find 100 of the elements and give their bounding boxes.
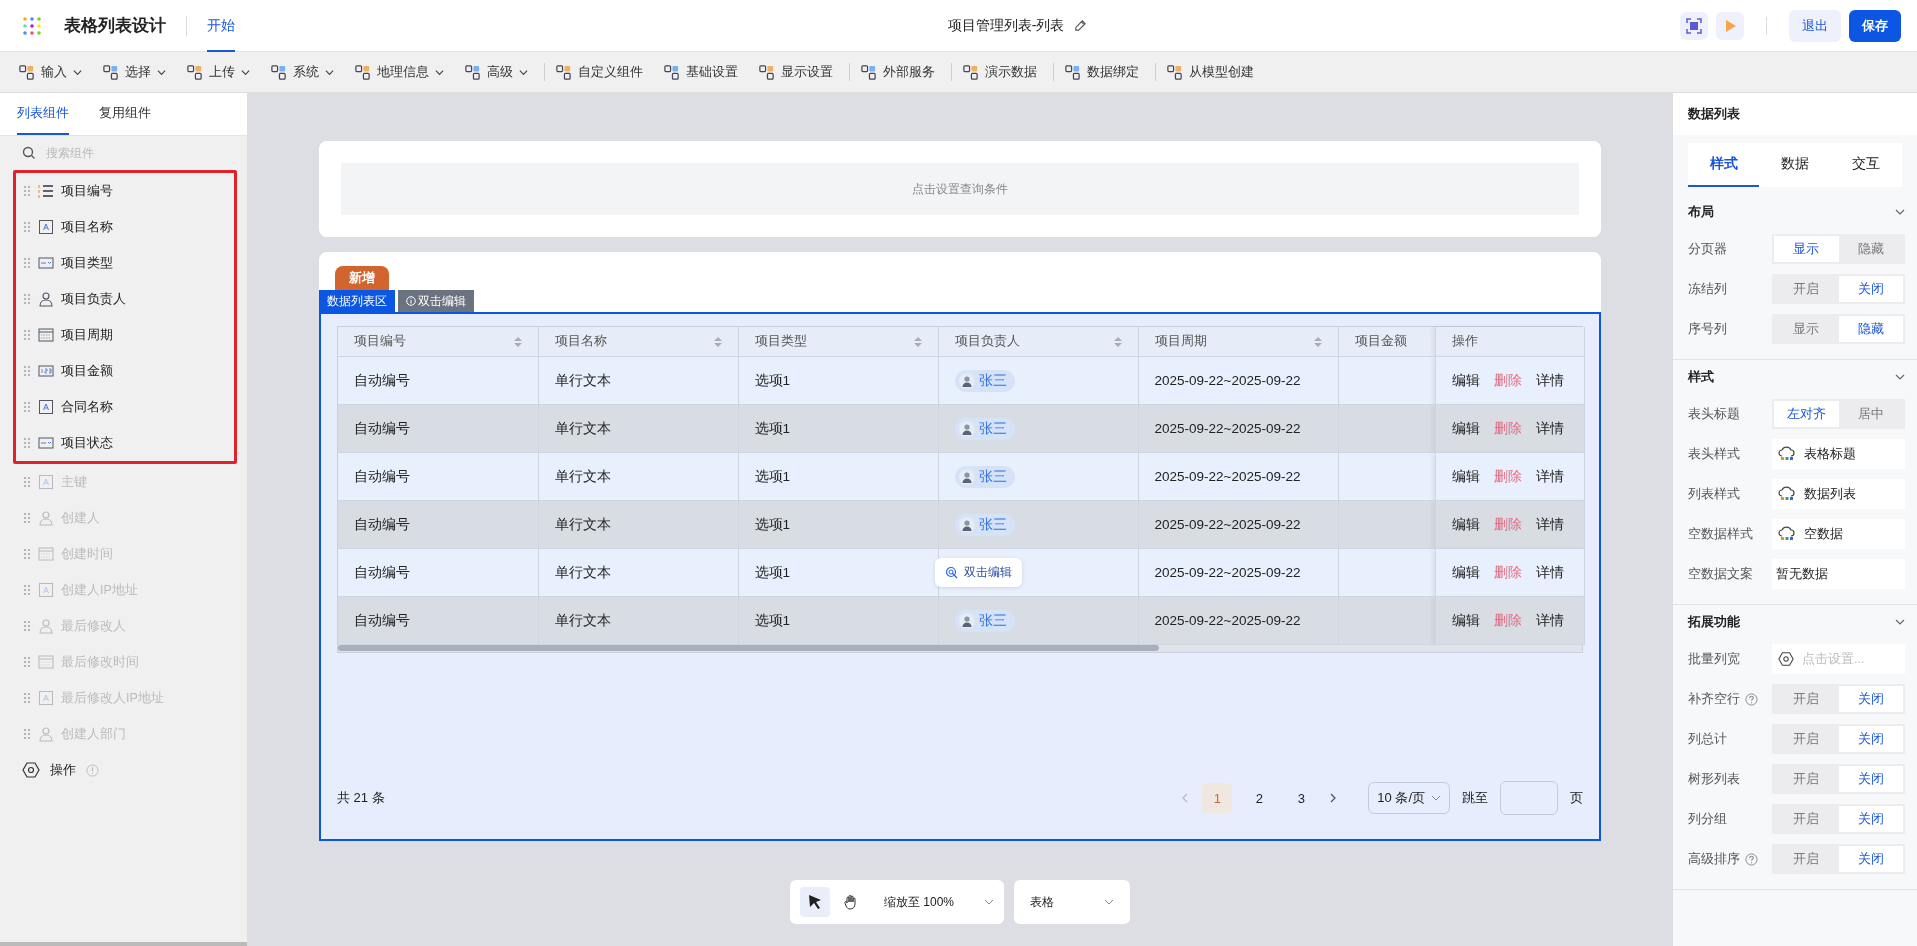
row-action-link[interactable]: 详情: [1535, 371, 1564, 390]
panel-tab[interactable]: 数据: [1759, 143, 1831, 187]
toolbar-button[interactable]: 演示数据: [951, 63, 1041, 81]
segment-option[interactable]: 居中: [1838, 401, 1903, 427]
component-item[interactable]: 项目周期: [16, 317, 234, 353]
collapse-icon[interactable]: [1895, 617, 1905, 627]
component-item[interactable]: 项目金额: [16, 353, 234, 389]
sidebar-tab[interactable]: 列表组件: [17, 93, 69, 135]
row-action-link[interactable]: 编辑: [1451, 611, 1480, 630]
segment-option[interactable]: 开启: [1774, 686, 1839, 712]
toolbar-button[interactable]: 上传: [182, 63, 254, 81]
segment-option[interactable]: 显示: [1774, 236, 1839, 262]
segment-option[interactable]: 关闭: [1838, 766, 1903, 792]
toolbar-button[interactable]: 数据绑定: [1053, 63, 1143, 81]
help-icon[interactable]: [1745, 692, 1758, 706]
drag-handle-icon[interactable]: [23, 221, 31, 233]
sort-icon[interactable]: [713, 335, 722, 348]
component-item[interactable]: 项目状态: [16, 425, 234, 461]
row-action-link[interactable]: 详情: [1535, 611, 1564, 630]
page-size-select[interactable]: 10 条/页: [1368, 782, 1450, 814]
text-input[interactable]: 暂无数据: [1772, 559, 1905, 589]
list-area-frame[interactable]: [319, 312, 1601, 841]
segment-option[interactable]: 隐藏: [1838, 236, 1903, 262]
toolbar-button[interactable]: 从模型创建: [1155, 63, 1258, 81]
action-component-item[interactable]: 操作: [0, 752, 247, 788]
sidebar-tab[interactable]: 复用组件: [99, 93, 151, 135]
row-action-link[interactable]: 详情: [1535, 419, 1564, 438]
column-header[interactable]: 项目负责人: [938, 327, 1138, 357]
collapse-icon[interactable]: [1895, 372, 1905, 382]
segment-option[interactable]: 关闭: [1838, 726, 1903, 752]
edit-icon[interactable]: [1074, 19, 1088, 32]
panel-tab[interactable]: 交互: [1830, 143, 1902, 187]
toolbar-button[interactable]: 地理信息: [350, 63, 448, 81]
toolbar-button[interactable]: 输入: [14, 63, 86, 81]
style-picker[interactable]: 表格标题: [1772, 439, 1905, 469]
row-action-link[interactable]: 编辑: [1451, 515, 1480, 534]
collapse-icon[interactable]: [1895, 207, 1905, 217]
segment-option[interactable]: 开启: [1774, 276, 1839, 302]
add-button[interactable]: 新增: [335, 266, 389, 290]
drag-handle-icon[interactable]: [23, 257, 31, 269]
view-select[interactable]: 表格: [1014, 880, 1130, 924]
column-header[interactable]: 操作: [1435, 327, 1584, 357]
panel-tab[interactable]: 样式: [1688, 143, 1760, 187]
toolbar-button[interactable]: 外部服务: [849, 63, 939, 81]
row-action-link[interactable]: 编辑: [1451, 419, 1480, 438]
row-action-link[interactable]: 详情: [1535, 563, 1564, 582]
segment-option[interactable]: 显示: [1774, 316, 1839, 342]
style-picker[interactable]: 空数据: [1772, 519, 1905, 549]
style-picker[interactable]: 数据列表: [1772, 479, 1905, 509]
component-item[interactable]: 项目编号: [16, 173, 234, 209]
scrollbar-thumb[interactable]: [338, 645, 1160, 651]
segment-option[interactable]: 左对齐: [1774, 401, 1839, 427]
segment-option[interactable]: 开启: [1774, 726, 1839, 752]
column-header[interactable]: 项目金额: [1338, 327, 1435, 357]
segment-option[interactable]: 关闭: [1838, 276, 1903, 302]
sort-icon[interactable]: [513, 335, 522, 348]
save-button[interactable]: 保存: [1849, 9, 1901, 42]
column-header[interactable]: 项目名称: [538, 327, 738, 357]
page-input[interactable]: [1500, 781, 1558, 815]
column-header[interactable]: 项目编号: [338, 327, 538, 357]
preview-frame-button[interactable]: [1680, 11, 1708, 40]
sort-icon[interactable]: [1113, 335, 1122, 348]
toolbar-button[interactable]: 系统: [266, 63, 338, 81]
page-button[interactable]: 2: [1244, 783, 1275, 813]
row-action-link[interactable]: 详情: [1535, 515, 1564, 534]
segment-option[interactable]: 开启: [1774, 806, 1839, 832]
row-action-link[interactable]: 详情: [1535, 467, 1564, 486]
segment-option[interactable]: 开启: [1774, 766, 1839, 792]
component-item[interactable]: 项目名称: [16, 209, 234, 245]
drag-handle-icon[interactable]: [23, 365, 31, 377]
toolbar-button[interactable]: 显示设置: [754, 63, 837, 81]
segment-option[interactable]: 关闭: [1838, 806, 1903, 832]
component-item[interactable]: 项目类型: [16, 245, 234, 281]
component-item[interactable]: 合同名称: [16, 389, 234, 425]
toolbar-button[interactable]: 自定义组件: [544, 63, 647, 81]
drag-handle-icon[interactable]: [23, 293, 31, 305]
segment-option[interactable]: 隐藏: [1838, 316, 1903, 342]
page-button[interactable]: 3: [1286, 783, 1317, 813]
toolbar-button[interactable]: 基础设置: [659, 63, 742, 81]
sort-icon[interactable]: [913, 335, 922, 348]
toolbar-button[interactable]: 选择: [98, 63, 170, 81]
row-action-link[interactable]: 编辑: [1451, 563, 1480, 582]
sort-icon[interactable]: [1313, 335, 1322, 348]
drag-handle-icon[interactable]: [23, 437, 31, 449]
toolbar-button[interactable]: 高级: [460, 63, 532, 81]
help-icon[interactable]: [1745, 852, 1758, 866]
column-header[interactable]: 项目类型: [738, 327, 938, 357]
row-action-link[interactable]: 编辑: [1451, 371, 1480, 390]
segment-option[interactable]: 关闭: [1838, 846, 1903, 872]
drag-handle-icon[interactable]: [23, 185, 31, 197]
exit-button[interactable]: 退出: [1789, 9, 1841, 42]
drag-handle-icon[interactable]: [23, 401, 31, 413]
pointer-tool-icon[interactable]: [800, 887, 830, 917]
segment-option[interactable]: 关闭: [1838, 686, 1903, 712]
segment-option[interactable]: 开启: [1774, 846, 1839, 872]
column-header[interactable]: 项目周期: [1138, 327, 1338, 357]
play-button[interactable]: [1716, 11, 1744, 40]
drag-handle-icon[interactable]: [23, 329, 31, 341]
row-action-link[interactable]: 编辑: [1451, 467, 1480, 486]
component-item[interactable]: 项目负责人: [16, 281, 234, 317]
